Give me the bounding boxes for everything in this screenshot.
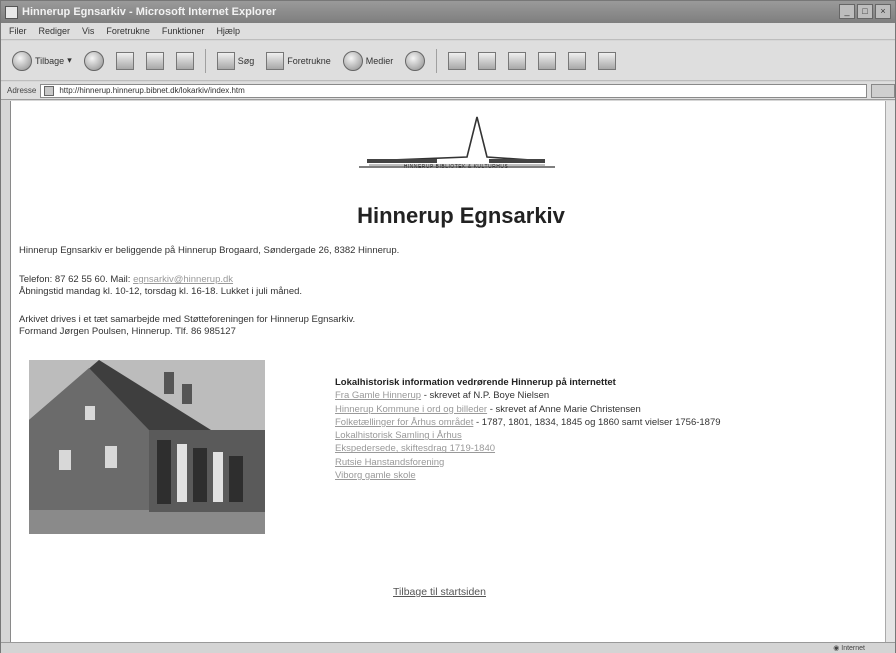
list-item: Rutsie Hanstandsforening	[335, 456, 721, 469]
refresh-button[interactable]	[143, 48, 167, 74]
status-zone: ◉ Internet	[833, 644, 865, 652]
link-skiftesdrag[interactable]: Ekspedersede, skiftesdrag 1719-1840	[335, 443, 495, 454]
archive-building-photo	[29, 360, 265, 534]
print-button[interactable]	[475, 48, 499, 74]
menu-help[interactable]: Hjælp	[216, 26, 240, 36]
menu-file[interactable]: Filer	[9, 26, 27, 36]
discuss-icon	[538, 51, 557, 70]
history-icon	[405, 50, 426, 71]
window-controls: _ □ ×	[839, 4, 891, 19]
address-bar: Adresse http://hinnerup.hinnerup.bibnet.…	[1, 82, 895, 100]
mail-icon	[448, 51, 467, 70]
go-button[interactable]	[871, 83, 895, 98]
search-button[interactable]: Søg	[214, 48, 258, 74]
refresh-icon	[145, 51, 164, 70]
globe-icon: ◉	[833, 645, 840, 652]
home-icon	[175, 51, 194, 70]
link-lokalhistorisk-samling[interactable]: Lokalhistorisk Samling i Århus	[335, 430, 462, 441]
contact-line: Telefon: 87 62 55 60. Mail: egnsarkiv@hi…	[19, 274, 233, 286]
research-button[interactable]	[595, 48, 619, 74]
list-item: Fra Gamle Hinnerup - skrevet af N.P. Boy…	[335, 390, 550, 402]
page-title: Hinnerup Egnsarkiv	[357, 203, 565, 228]
media-icon	[342, 50, 363, 71]
page-icon	[44, 85, 55, 96]
opening-hours: Åbningstid mandag kl. 10-12, torsdag kl.…	[19, 286, 303, 297]
forward-button[interactable]	[81, 48, 107, 74]
menu-bar: Filer Rediger Vis Foretrukne Funktioner …	[1, 23, 895, 40]
back-button-label: Tilbage	[35, 55, 65, 66]
list-item: Viborg gamle skole	[335, 469, 721, 482]
toolbar: Tilbage ▾ Søg Foretrukne Medier	[1, 41, 895, 81]
chairman-text: Formand Jørgen Poulsen, Hinnerup. Tlf. 8…	[19, 326, 236, 337]
address-label: Adresse	[7, 86, 37, 95]
page-content: HINNERUP BIBLIOTEK & KULTURHUS Hinnerup …	[10, 101, 885, 642]
printer-icon	[478, 51, 497, 70]
toolbar-separator	[204, 48, 206, 73]
operated-by-text: Arkivet drives i et tæt samarbejde med S…	[19, 314, 356, 325]
edit-icon	[508, 51, 527, 70]
local-history-heading: Lokalhistorisk information vedrørende Hi…	[335, 377, 616, 388]
link-hinnerup-kommune[interactable]: Hinnerup Kommune i ord og billeder	[335, 404, 487, 415]
messenger-icon	[568, 51, 587, 70]
link-folketaellinger[interactable]: Folketællinger for Århus området	[335, 417, 473, 428]
back-to-start-link[interactable]: Tilbage til startsiden	[393, 586, 486, 598]
forward-arrow-icon	[83, 50, 104, 71]
stop-icon	[115, 51, 134, 70]
local-history-links: Lokalhistorisk information vedrørende Hi…	[335, 376, 721, 482]
menu-view[interactable]: Vis	[82, 26, 94, 36]
list-item: Folketællinger for Århus området - 1787,…	[335, 416, 721, 428]
star-icon	[266, 51, 285, 70]
list-item: Hinnerup Kommune i ord og billeder - skr…	[335, 403, 641, 415]
address-input[interactable]: http://hinnerup.hinnerup.bibnet.dk/lokar…	[40, 83, 868, 98]
close-icon[interactable]: ×	[875, 4, 891, 19]
status-zone-label: Internet	[841, 645, 865, 652]
window-title: Hinnerup Egnsarkiv - Microsoft Internet …	[22, 6, 277, 18]
vertical-scrollbar[interactable]	[885, 101, 895, 642]
menu-favorites[interactable]: Foretrukne	[106, 26, 150, 36]
back-arrow-icon	[12, 50, 32, 71]
library-logo	[359, 116, 555, 168]
toolbar-separator	[436, 48, 438, 73]
discuss-button[interactable]	[535, 48, 559, 74]
media-button[interactable]: Medier	[340, 48, 397, 74]
link-fra-gamle-hinnerup[interactable]: Fra Gamle Hinnerup	[335, 390, 421, 401]
ie-app-icon	[5, 5, 18, 19]
mail-button[interactable]	[445, 48, 469, 74]
menu-tools[interactable]: Funktioner	[162, 26, 205, 36]
research-icon	[598, 51, 617, 70]
search-button-label: Søg	[237, 55, 255, 66]
history-button[interactable]	[402, 48, 428, 74]
messenger-button[interactable]	[565, 48, 589, 74]
email-link[interactable]: egnsarkiv@hinnerup.dk	[133, 274, 233, 285]
list-item: Lokalhistorisk Samling i Århus	[335, 429, 721, 442]
favorites-button[interactable]: Foretrukne	[263, 48, 334, 74]
browser-window: Hinnerup Egnsarkiv - Microsoft Internet …	[0, 0, 896, 653]
media-button-label: Medier	[365, 55, 394, 66]
menu-edit[interactable]: Rediger	[39, 26, 71, 36]
edit-button[interactable]	[505, 48, 529, 74]
maximize-icon[interactable]: □	[857, 4, 873, 19]
intro-text: Hinnerup Egnsarkiv er beliggende på Hinn…	[19, 245, 400, 256]
stop-button[interactable]	[113, 48, 137, 74]
chevron-down-icon: ▾	[67, 55, 72, 65]
logo-caption: HINNERUP BIBLIOTEK & KULTURHUS	[403, 164, 509, 170]
address-url: http://hinnerup.hinnerup.bibnet.dk/lokar…	[59, 85, 245, 95]
back-button[interactable]: Tilbage ▾	[9, 48, 75, 74]
search-icon	[216, 51, 235, 70]
link-hanstandsforening[interactable]: Rutsie Hanstandsforening	[335, 457, 444, 468]
favorites-button-label: Foretrukne	[287, 55, 331, 66]
minimize-icon[interactable]: _	[839, 4, 855, 19]
contact-label: Telefon: 87 62 55 60. Mail:	[19, 274, 131, 285]
status-bar: ◉ Internet	[1, 642, 895, 653]
title-bar: Hinnerup Egnsarkiv - Microsoft Internet …	[1, 1, 895, 23]
list-item: Ekspedersede, skiftesdrag 1719-1840	[335, 442, 721, 455]
link-gamle-skole[interactable]: Viborg gamle skole	[335, 470, 416, 481]
home-button[interactable]	[173, 48, 197, 74]
